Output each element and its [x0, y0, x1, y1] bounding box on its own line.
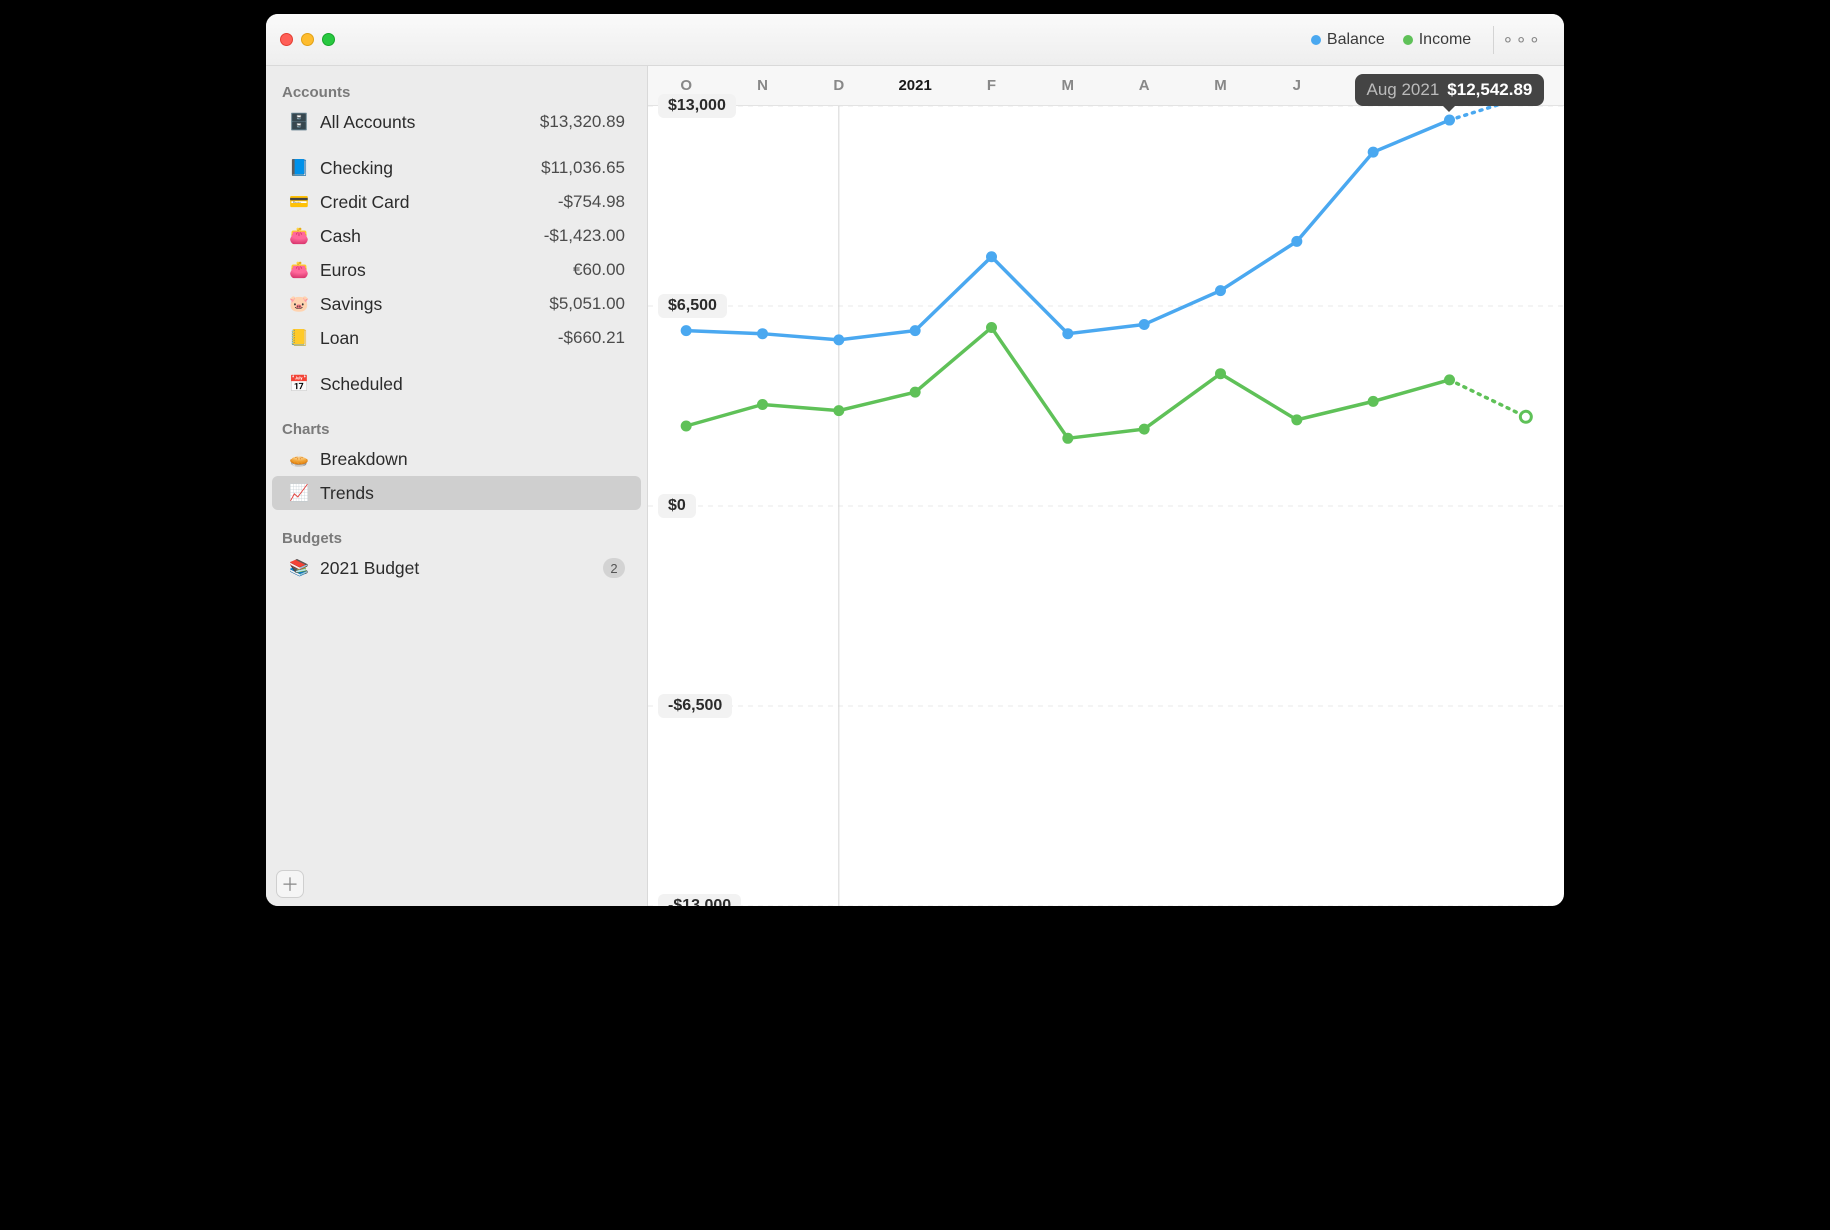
- sidebar-item-budget-2021[interactable]: 📚 2021 Budget 2: [272, 551, 641, 585]
- window-controls: [280, 33, 335, 46]
- sidebar-item-label: Scheduled: [320, 374, 403, 395]
- y-axis-label: $6,500: [658, 294, 727, 318]
- y-axis-label: -$6,500: [658, 694, 732, 718]
- minimize-icon[interactable]: [301, 33, 314, 46]
- month-column[interactable]: F: [953, 66, 1029, 105]
- y-axis-label: $0: [658, 494, 696, 518]
- legend-income[interactable]: Income: [1403, 31, 1471, 49]
- legend-balance-label: Balance: [1327, 31, 1385, 49]
- sidebar-item-cash[interactable]: 👛 Cash -$1,423.00: [272, 219, 641, 253]
- legend-income-label: Income: [1419, 31, 1471, 49]
- sidebar-item-loan[interactable]: 📒 Loan -$660.21: [272, 321, 641, 355]
- more-button[interactable]: ∘∘∘: [1493, 26, 1550, 54]
- circle-icon: [1311, 35, 1321, 45]
- checkbook-icon: 📘: [288, 157, 310, 179]
- sidebar-item-amount: $5,051.00: [549, 294, 625, 314]
- sidebar-item-breakdown[interactable]: 🥧 Breakdown: [272, 442, 641, 476]
- sidebar-item-label: Loan: [320, 328, 359, 349]
- month-column[interactable]: J: [1259, 66, 1335, 105]
- section-header-budgets: Budgets: [266, 522, 647, 551]
- sidebar-item-checking[interactable]: 📘 Checking $11,036.65: [272, 151, 641, 185]
- tooltip-month: Aug 2021: [1367, 80, 1440, 100]
- pie-chart-icon: 🥧: [288, 448, 310, 470]
- add-button[interactable]: ＋: [276, 870, 304, 898]
- sidebar-item-amount: -$660.21: [558, 328, 625, 348]
- sidebar-item-label: Checking: [320, 158, 393, 179]
- line-chart-icon: 📈: [288, 482, 310, 504]
- sidebar-item-credit-card[interactable]: 💳 Credit Card -$754.98: [272, 185, 641, 219]
- sidebar-item-label: All Accounts: [320, 112, 415, 133]
- sidebar-item-label: Cash: [320, 226, 361, 247]
- badge-count: 2: [603, 558, 625, 578]
- sidebar-item-label: Euros: [320, 260, 366, 281]
- sidebar-item-all-accounts[interactable]: 🗄️ All Accounts $13,320.89: [272, 105, 641, 139]
- calendar-icon: 📅: [288, 373, 310, 395]
- stack-icon: 📚: [288, 557, 310, 579]
- month-column[interactable]: M: [1182, 66, 1258, 105]
- sidebar-item-amount: -$754.98: [558, 192, 625, 212]
- month-column[interactable]: D: [801, 66, 877, 105]
- inbox-icon: 🗄️: [288, 111, 310, 133]
- sidebar-item-label: Savings: [320, 294, 382, 315]
- sidebar: Accounts 🗄️ All Accounts $13,320.89 📘 Ch…: [266, 66, 648, 906]
- trends-chart[interactable]: $13,000$6,500$0-$6,500-$13,000Aug 2021$1…: [648, 106, 1564, 906]
- sidebar-item-amount: €60.00: [573, 260, 625, 280]
- sidebar-item-savings[interactable]: 🐷 Savings $5,051.00: [272, 287, 641, 321]
- sidebar-item-amount: $11,036.65: [541, 158, 625, 178]
- sidebar-item-amount: -$1,423.00: [544, 226, 625, 246]
- sidebar-item-amount: $13,320.89: [540, 112, 625, 132]
- titlebar: Balance Income ∘∘∘: [266, 14, 1564, 66]
- wallet-icon: 👛: [288, 259, 310, 281]
- month-column[interactable]: M: [1030, 66, 1106, 105]
- credit-card-icon: 💳: [288, 191, 310, 213]
- close-icon[interactable]: [280, 33, 293, 46]
- section-header-charts: Charts: [266, 413, 647, 442]
- chart-tooltip: Aug 2021 $12,542.89: [1355, 74, 1545, 106]
- ledger-icon: 📒: [288, 327, 310, 349]
- section-header-accounts: Accounts: [266, 76, 647, 105]
- circle-icon: [1403, 35, 1413, 45]
- fullscreen-icon[interactable]: [322, 33, 335, 46]
- plus-icon: ＋: [281, 871, 299, 897]
- wallet-icon: 👛: [288, 225, 310, 247]
- legend-balance[interactable]: Balance: [1311, 31, 1385, 49]
- tooltip-value: $12,542.89: [1447, 80, 1532, 100]
- month-column[interactable]: A: [1106, 66, 1182, 105]
- main-content: OND2021FMAMJJAS $13,000$6,500$0-$6,500-$…: [648, 66, 1564, 906]
- sidebar-item-label: 2021 Budget: [320, 558, 419, 579]
- chart-svg: [648, 106, 1564, 906]
- y-axis-label: $13,000: [658, 94, 736, 118]
- month-column[interactable]: 2021: [877, 66, 953, 105]
- sidebar-item-label: Trends: [320, 483, 374, 504]
- sidebar-item-trends[interactable]: 📈 Trends: [272, 476, 641, 510]
- ellipsis-icon: ∘∘∘: [1502, 29, 1542, 50]
- sidebar-item-euros[interactable]: 👛 Euros €60.00: [272, 253, 641, 287]
- app-window: Balance Income ∘∘∘ Accounts 🗄️ All Accou…: [266, 14, 1564, 906]
- sidebar-item-label: Breakdown: [320, 449, 408, 470]
- y-axis-label: -$13,000: [658, 894, 741, 906]
- sidebar-item-label: Credit Card: [320, 192, 409, 213]
- piggy-bank-icon: 🐷: [288, 293, 310, 315]
- sidebar-item-scheduled[interactable]: 📅 Scheduled: [272, 367, 641, 401]
